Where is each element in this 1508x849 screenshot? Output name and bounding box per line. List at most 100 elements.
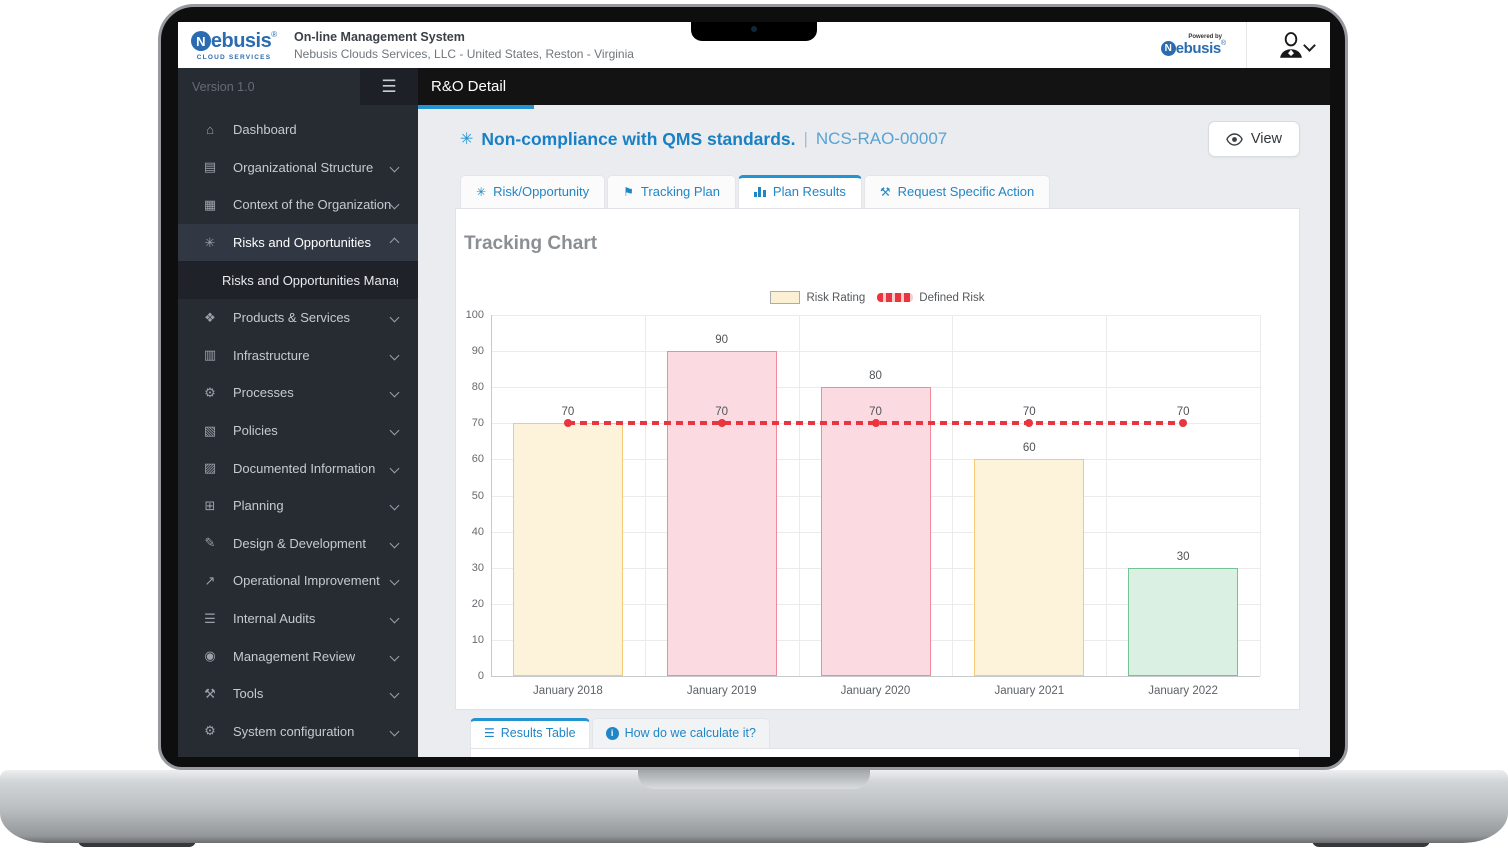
defined-risk-value-label: 70: [1176, 406, 1190, 419]
sidebar-item-risks-and-opportunities[interactable]: ✳ Risks and Opportunities: [178, 223, 418, 262]
legend-item-risk-rating[interactable]: Risk Rating: [770, 291, 865, 304]
sidebar-item-label: System configuration: [233, 723, 355, 739]
asterisk-icon: ✳: [460, 131, 474, 148]
sidebar-item-context-of-the-organization[interactable]: ▦ Context of the Organization: [178, 186, 418, 224]
bar-value-label: 60: [1022, 442, 1036, 455]
chevron-down-icon: [389, 312, 400, 323]
gridline-h: [491, 351, 1260, 353]
powered-by-logo: Powered by Nebusis ®: [1160, 34, 1226, 57]
nebusis-logo-tagline: CLOUD SERVICES: [196, 53, 272, 61]
chevron-down-icon: [389, 575, 400, 586]
sidebar-item-products-services[interactable]: ❖ Products & Services: [178, 299, 418, 337]
nebusis-logo[interactable]: Nebusis ® CLOUD SERVICES: [186, 30, 282, 61]
defined-risk-value-label: 70: [715, 406, 729, 419]
sidebar-item-planning[interactable]: ⊞ Planning: [178, 487, 418, 525]
sidebar-item-processes[interactable]: ⚙ Processes: [178, 374, 418, 412]
megaphone-icon: ⚑: [623, 184, 634, 199]
tab-how-do-we-calculate-it[interactable]: i How do we calculate it?: [591, 718, 770, 748]
sidebar-item-design-development[interactable]: ✎ Design & Development: [178, 525, 418, 563]
record-separator: |: [803, 129, 808, 148]
sidebar-item-label: Management Review: [233, 648, 356, 664]
tab-label: How do we calculate it?: [624, 726, 756, 740]
y-axis-tick-label: 50: [471, 489, 484, 502]
registered-mark: ®: [1220, 39, 1226, 47]
asterisk-icon: ✳: [204, 234, 216, 250]
defined-risk-point: [717, 419, 726, 428]
results-tabs: ☰ Results Table i How do we calculate it…: [470, 718, 1330, 748]
chevron-down-icon: [389, 425, 400, 436]
sidebar-item-label: Policies: [233, 423, 278, 439]
x-axis-tick-label: January 2021: [994, 685, 1065, 697]
record-title: Non-compliance with QMS standards.: [481, 128, 796, 149]
tab-label: Tracking Plan: [640, 184, 720, 199]
eye-icon: ◉: [204, 648, 216, 664]
chevron-down-icon: [389, 350, 400, 361]
nebusis-logo-text: ebusis: [210, 29, 272, 52]
y-axis-tick-label: 40: [471, 525, 484, 538]
y-axis-tick-label: 100: [465, 309, 484, 321]
gridline-v: [798, 315, 800, 676]
gridline-h: [491, 315, 1260, 316]
sidebar-item-dashboard[interactable]: ⌂ Dashboard: [178, 111, 418, 149]
sidebar-item-internal-audits[interactable]: ☰ Internal Audits: [178, 600, 418, 638]
view-button[interactable]: View: [1207, 121, 1300, 157]
sidebar-item-label: Design & Development: [233, 535, 366, 551]
list-icon: ☰: [484, 726, 495, 740]
sidebar-item-label: Tools: [233, 686, 264, 702]
sidebar-toggle-button[interactable]: ☰: [360, 68, 418, 105]
record-code: NCS-RAO-00007: [815, 129, 948, 148]
y-axis-tick-label: 10: [471, 633, 484, 646]
sidebar-item-operational-improvement[interactable]: ↗ Operational Improvement: [178, 562, 418, 600]
chart-title: Tracking Chart: [464, 233, 598, 254]
tab-results-table[interactable]: ☰ Results Table: [470, 718, 590, 748]
sidebar-item-documented-information[interactable]: ▨ Documented Information: [178, 449, 418, 487]
sidebar-item-organizational-structure[interactable]: ▤ Organizational Structure: [178, 149, 418, 187]
building-icon: ▥: [203, 347, 217, 363]
sidebar-item-label: Documented Information: [233, 460, 376, 476]
list-icon: ☰: [204, 610, 216, 626]
sidebar-item-label: Organizational Structure: [233, 159, 374, 175]
sidebar-item-label: Risks and Opportunities: [233, 235, 372, 251]
tab-tracking-plan[interactable]: ⚑ Tracking Plan: [607, 175, 736, 208]
sidebar-item-label: Products & Services: [233, 310, 351, 326]
sidebar-item-infrastructure[interactable]: ▥ Infrastructure: [178, 337, 418, 375]
detail-tabs: ✳ Risk/Opportunity ⚑ Tracking Plan Plan …: [460, 175, 1330, 208]
screen: Nebusis ® CLOUD SERVICES On-line Manageme…: [178, 22, 1330, 757]
sidebar-item-management-review[interactable]: ◉ Management Review: [178, 637, 418, 675]
sidebar-item-label: Operational Improvement: [233, 573, 380, 589]
chevron-down-icon: [389, 651, 400, 662]
laptop-base: [0, 770, 1508, 843]
view-button-label: View: [1250, 131, 1282, 147]
sidebar-item-label: Context of the Organization: [233, 197, 391, 213]
legend-label: Risk Rating: [806, 291, 866, 304]
defined-risk-point: [1179, 419, 1188, 428]
tab-plan-results[interactable]: Plan Results: [737, 175, 862, 208]
sidebar-item-system-configuration[interactable]: ⚙ System configuration: [178, 713, 418, 751]
sidebar-menu: ⌂ Dashboard ▤ Organizational Structure ▦…: [178, 105, 418, 750]
header-titles: On-line Management System Nebusis Clouds…: [294, 30, 634, 61]
chevron-down-icon[interactable]: [1303, 38, 1316, 52]
defined-risk-point: [871, 419, 880, 428]
sidebar-item-policies[interactable]: ▧ Policies: [178, 412, 418, 450]
sidebar-item-risks-and-opportunities-managem[interactable]: Risks and Opportunities Managem...: [178, 261, 418, 299]
tab-label: Results Table: [500, 726, 576, 740]
person-icon: [1280, 32, 1302, 58]
gridline-v: [1106, 315, 1108, 676]
sidebar-item-tools[interactable]: ⚒ Tools: [178, 675, 418, 713]
y-axis-tick-label: 90: [471, 345, 484, 358]
folder-icon: ▨: [203, 460, 217, 476]
bar-value-label: 80: [869, 370, 882, 383]
gridline-v: [644, 315, 646, 676]
sidebar: Version 1.0 ☰ ⌂ Dashboard ▤ Organization…: [178, 68, 418, 757]
page-title-bar: R&O Detail: [418, 68, 1330, 105]
risk-rating-swatch: [770, 291, 801, 304]
defined-risk-value-label: 70: [1022, 406, 1036, 419]
legend-item-defined-risk[interactable]: Defined Risk: [877, 292, 985, 304]
tab-request-specific-action[interactable]: ⚒ Request Specific Action: [863, 175, 1051, 208]
nebusis-logo-mark: N: [190, 31, 211, 51]
user-avatar[interactable]: [1277, 30, 1305, 60]
chevron-down-icon: [389, 463, 400, 474]
defined-risk-swatch: [877, 293, 914, 302]
tab-risk-opportunity[interactable]: ✳ Risk/Opportunity: [460, 175, 606, 208]
company-subtitle: Nebusis Clouds Services, LLC - United St…: [294, 46, 634, 61]
